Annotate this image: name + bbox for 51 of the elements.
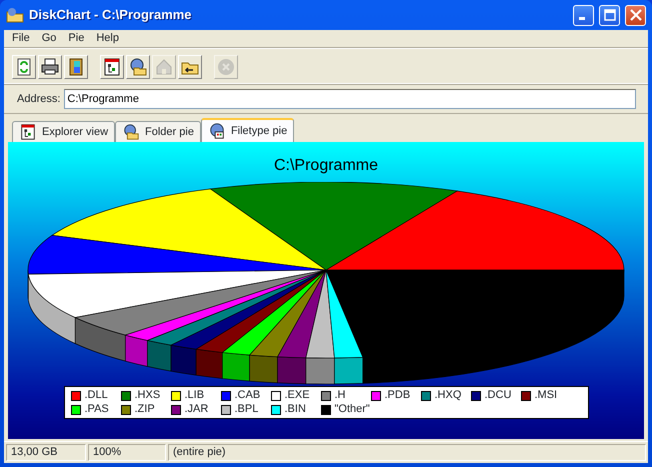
- status-field: 100%: [88, 444, 166, 461]
- pie-icon: [208, 122, 226, 140]
- legend-label: .MSI: [534, 389, 558, 402]
- address-label: Address:: [17, 92, 60, 107]
- window-title: DiskChart - C:\Programme: [29, 6, 193, 24]
- toolbar-button[interactable]: [38, 55, 62, 79]
- legend-label: .LIB: [184, 389, 204, 402]
- legend-label: .ZIP: [134, 403, 155, 416]
- app-icon: [6, 7, 24, 23]
- toolbar-button[interactable]: [12, 55, 36, 79]
- menu-item[interactable]: Pie: [62, 30, 90, 47]
- legend-label: .H: [334, 389, 346, 402]
- menu-item[interactable]: Go: [36, 30, 62, 47]
- toolbar-button[interactable]: [64, 55, 88, 79]
- toolbar-button[interactable]: [100, 55, 124, 79]
- tab[interactable]: Folder pie: [115, 121, 201, 142]
- legend-label: .JAR: [184, 403, 208, 416]
- legend-label: .HXS: [134, 389, 160, 402]
- legend-label: .PAS: [84, 403, 109, 416]
- pie-folder-icon: [122, 123, 140, 141]
- maximize-button[interactable]: [599, 4, 620, 26]
- status-field: 13,00 GB: [6, 444, 86, 461]
- legend-label: .EXE: [284, 389, 310, 402]
- menu-item[interactable]: Help: [90, 30, 125, 47]
- minimize-icon: [579, 17, 585, 20]
- legend-label: .BPL: [234, 403, 258, 416]
- tree-icon: [19, 123, 37, 141]
- address-field[interactable]: C:\Programme: [64, 89, 636, 109]
- legend-label: .HXQ: [434, 389, 462, 402]
- legend-label: .CAB: [234, 389, 260, 402]
- minimize-button[interactable]: [573, 4, 594, 26]
- legend-label: .DLL: [84, 389, 108, 402]
- legend-label: .BIN: [284, 403, 306, 416]
- toolbar-button[interactable]: [126, 55, 150, 79]
- pie-folder-icon: [128, 57, 148, 77]
- legend-label: .DCU: [484, 389, 512, 402]
- toolbar-button[interactable]: [178, 55, 202, 79]
- tab[interactable]: Filetype pie: [200, 118, 294, 142]
- tab[interactable]: Explorer view: [12, 121, 116, 142]
- stop-icon: [216, 57, 236, 77]
- legend-label: .PDB: [384, 389, 410, 402]
- close-icon: [630, 9, 642, 21]
- maximize-icon: [604, 9, 616, 21]
- legend-label: "Other": [334, 403, 370, 416]
- tree-icon: [102, 57, 122, 77]
- chart-title: C:\Programme: [274, 156, 378, 176]
- printer-icon: [40, 57, 60, 77]
- status-field: (entire pie): [168, 444, 646, 461]
- close-button[interactable]: [625, 4, 646, 26]
- menu-item[interactable]: File: [6, 30, 36, 47]
- home-icon: [154, 57, 174, 77]
